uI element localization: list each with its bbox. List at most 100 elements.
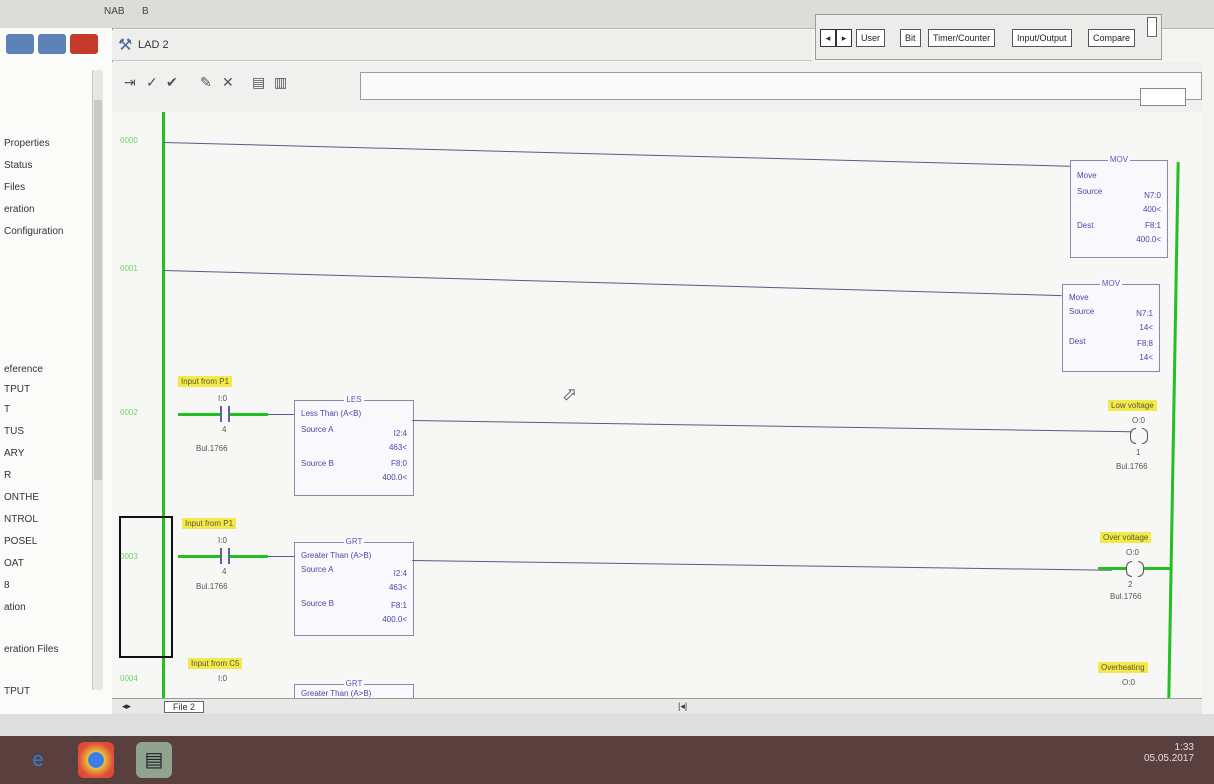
selected-rung-marker[interactable] [119, 516, 173, 658]
instr-title: Less Than (A<B) [301, 409, 362, 418]
tree-item-properties[interactable]: Properties [4, 138, 50, 149]
tree-item-binary[interactable]: ARY [4, 448, 24, 459]
contact-address: I:0 [218, 394, 227, 403]
tab-compare[interactable]: Compare [1088, 29, 1136, 47]
source-a-address: I2:4 [393, 569, 407, 578]
source-b-value: 400.0< [382, 615, 407, 624]
tab-scroll-right-button[interactable]: ▸ [836, 29, 852, 47]
tree-scrollbar[interactable] [92, 70, 103, 690]
ladder-window-title: LAD 2 [138, 39, 169, 51]
address-field[interactable] [360, 72, 1202, 100]
instr-name: LES [344, 395, 364, 404]
source-a-label: Source A [301, 565, 334, 574]
dest-label: Dest [1069, 337, 1086, 346]
tree-item-control[interactable]: NTROL [4, 514, 38, 525]
system-tray[interactable]: 1:33 05.05.2017 [1144, 742, 1194, 764]
tree-item-8[interactable]: 8 [4, 580, 10, 591]
tree-item-integer[interactable]: POSEL [4, 536, 37, 547]
tab-timer-counter[interactable]: Timer/Counter [928, 29, 996, 47]
contact-address: I:0 [218, 674, 227, 683]
status-bar [0, 714, 1214, 736]
contact-address: I:0 [218, 536, 227, 545]
les-compare-block[interactable]: LES Less Than (A<B) Source A I2:4 463< S… [294, 395, 414, 496]
tree-item-configuration[interactable]: Configuration [4, 226, 63, 237]
source-a-label: Source A [301, 425, 334, 434]
coil-address: O:0 [1132, 416, 1145, 425]
close-button[interactable] [70, 34, 98, 54]
file-tabs-bar: ◂▸ File 2 |◂| [112, 698, 1202, 715]
tab-nav-icon[interactable]: ◂▸ [122, 701, 131, 712]
ladder-window-titlebar: ⚒ LAD 2 [112, 30, 812, 61]
coil-address: O:0 [1126, 548, 1139, 557]
grt-compare-block[interactable]: GRT Greater Than (A>B) [294, 679, 414, 699]
menu-item-2[interactable]: B [142, 6, 149, 17]
tree-item-reference[interactable]: eference [4, 364, 43, 375]
ladder-file-icon: ⚒ [118, 37, 133, 54]
tab-input-output[interactable]: Input/Output [1012, 29, 1072, 47]
ote-coil[interactable] [1130, 428, 1148, 444]
internet-explorer-icon[interactable]: e [20, 742, 56, 778]
chrome-icon[interactable] [78, 742, 114, 778]
tab-scroll-left-button[interactable]: ◂ [820, 29, 836, 47]
tree-item-files[interactable]: Files [4, 182, 25, 193]
dest-value: 14< [1139, 353, 1153, 362]
contact-tag: Input from P1 [178, 376, 233, 387]
tree-item-input[interactable]: T [4, 404, 10, 415]
tree-item-output[interactable]: TPUT [4, 384, 30, 395]
horizontal-scroll-marker[interactable]: |◂| [678, 701, 687, 712]
menu-item-1[interactable]: NAB [104, 6, 125, 17]
cancel-edit-icon[interactable]: ✕ [222, 74, 234, 91]
dest-label: Dest [1077, 221, 1094, 230]
instr-title: Move [1069, 293, 1089, 302]
tab-file-2[interactable]: File 2 [164, 701, 205, 713]
instr-name: MOV [1099, 279, 1123, 288]
rung-number[interactable]: 0002 [120, 408, 138, 417]
tree-item-counter[interactable]: ONTHE [4, 492, 39, 503]
ladder-editor[interactable]: 0000 0001 0002 0003 0004 MOV Move Source… [112, 112, 1202, 699]
tree-scrollbar-thumb[interactable] [94, 100, 102, 480]
online-edit-icon[interactable]: ✎ [200, 74, 212, 91]
tab-bit[interactable]: Bit [900, 29, 921, 47]
zoom-control[interactable] [1140, 88, 1186, 106]
dest-value: 400.0< [1136, 235, 1161, 244]
verify-file-icon[interactable]: ✔ [166, 74, 178, 91]
tree-item-status[interactable]: Status [4, 160, 32, 171]
xic-contact[interactable] [178, 406, 268, 422]
contact-tag: Input from P1 [182, 518, 237, 529]
instr-name: GRT [343, 537, 365, 546]
coil-tag: Over voltage [1100, 532, 1152, 543]
coil-module: Bul.1766 [1116, 462, 1148, 471]
ote-coil-energized[interactable] [1098, 560, 1172, 577]
tree-item-float[interactable]: OAT [4, 558, 24, 569]
tab-user[interactable]: User [856, 29, 886, 47]
coil-module: Bul.1766 [1110, 592, 1142, 601]
verify-icon[interactable]: ✓ [146, 74, 158, 91]
tree-item-output-2[interactable]: TPUT [4, 686, 30, 697]
rung-number[interactable]: 0004 [120, 674, 138, 683]
maximize-button[interactable] [38, 34, 66, 54]
coil-tag: Low voltage [1108, 400, 1157, 411]
test-icon[interactable]: ▥ [274, 74, 287, 91]
rslogix-icon[interactable]: ▤ [136, 742, 172, 778]
tabstrip-scrollbar[interactable] [1147, 17, 1157, 37]
tree-item-configuration-files[interactable]: eration Files [4, 644, 58, 655]
contact-tag: Input from C5 [188, 658, 243, 669]
rung-number[interactable]: 0000 [120, 136, 138, 145]
source-label: Source [1077, 187, 1103, 196]
xic-contact[interactable] [178, 548, 268, 564]
instr-title: Greater Than (A>B) [301, 551, 372, 560]
tree-item-status-file[interactable]: TUS [4, 426, 24, 437]
grt-compare-block[interactable]: GRT Greater Than (A>B) Source A I2:4 463… [294, 537, 414, 636]
instr-title: Greater Than (A>B) [301, 689, 372, 698]
mov-block[interactable]: MOV Move Source N7:1 14< Dest F8:8 14< [1062, 279, 1160, 372]
minimize-button[interactable] [6, 34, 34, 54]
insert-rung-icon[interactable]: ⇥ [124, 74, 136, 91]
tree-item-timer[interactable]: R [4, 470, 11, 481]
rung-number[interactable]: 0001 [120, 264, 138, 273]
mov-block[interactable]: MOV Move Source N7:0 400< Dest F8:1 400.… [1070, 155, 1168, 258]
tree-item-ation[interactable]: ation [4, 602, 26, 613]
rung-wire [411, 420, 1132, 433]
accept-icon[interactable]: ▤ [252, 74, 265, 91]
tree-item-eration[interactable]: eration [4, 204, 35, 215]
source-a-value: 463< [388, 583, 407, 592]
